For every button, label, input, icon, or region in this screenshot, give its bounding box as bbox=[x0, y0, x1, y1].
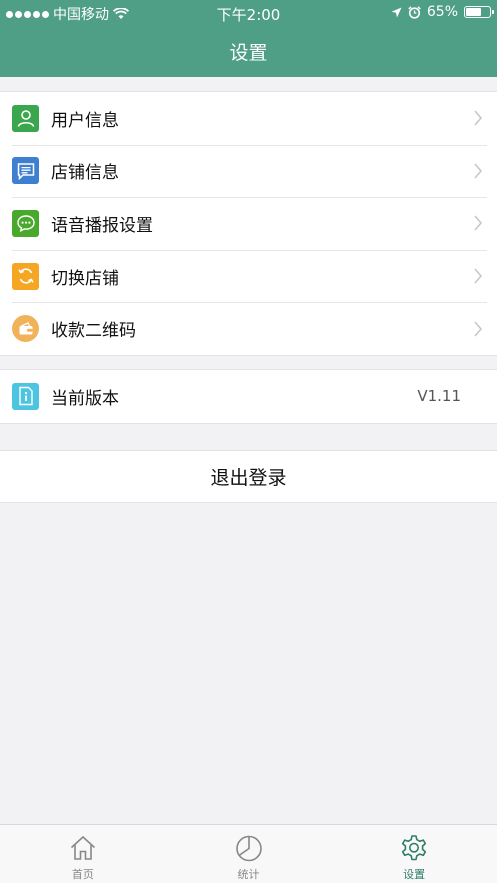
settings-item-user-info[interactable]: 用户信息 bbox=[0, 92, 497, 145]
settings-item-label: 用户信息 bbox=[51, 110, 119, 131]
home-icon bbox=[70, 835, 95, 860]
settings-item-voice-broadcast[interactable]: 语音播报设置 bbox=[0, 197, 497, 250]
pie-chart-icon bbox=[235, 835, 262, 862]
refresh-icon bbox=[12, 262, 39, 290]
version-number: V1.11 bbox=[417, 387, 461, 406]
settings-item-label: 当前版本 bbox=[51, 388, 119, 409]
settings-item-payment-qrcode[interactable]: 收款二维码 bbox=[0, 302, 497, 355]
tab-label: 统计 bbox=[237, 868, 260, 881]
chevron-right-icon bbox=[474, 268, 483, 284]
navigation-header: 中国移动 下午2:00 65% 设置 bbox=[0, 0, 497, 77]
user-icon bbox=[12, 104, 39, 132]
chat-bubble-icon bbox=[12, 209, 39, 237]
settings-item-label: 店铺信息 bbox=[51, 163, 119, 184]
page-title: 设置 bbox=[229, 42, 268, 64]
status-bar: 中国移动 下午2:00 65% bbox=[0, 0, 497, 26]
settings-list: 用户信息 店铺信息 语音播报设置 切换店铺 收款二维码 bbox=[0, 91, 497, 356]
message-icon bbox=[12, 157, 39, 185]
tab-statistics[interactable]: 统计 bbox=[166, 825, 332, 883]
location-arrow-icon bbox=[391, 7, 402, 17]
wallet-icon bbox=[12, 315, 39, 343]
battery-fill bbox=[466, 8, 481, 16]
chevron-right-icon bbox=[474, 163, 483, 179]
info-icon bbox=[12, 382, 39, 410]
settings-item-label: 语音播报设置 bbox=[51, 215, 153, 236]
chevron-right-icon bbox=[474, 321, 483, 337]
tab-label: 首页 bbox=[71, 868, 94, 881]
tab-bar: 首页 统计 设置 bbox=[0, 824, 497, 883]
settings-item-current-version: 当前版本 V1.11 bbox=[0, 370, 497, 423]
gear-icon bbox=[402, 835, 427, 861]
tab-label: 设置 bbox=[403, 868, 426, 881]
settings-item-label: 切换店铺 bbox=[51, 268, 119, 289]
chevron-right-icon bbox=[474, 215, 483, 232]
battery-percent: 65% bbox=[426, 4, 458, 20]
battery-icon bbox=[464, 6, 494, 18]
version-section: 当前版本 V1.11 bbox=[0, 369, 497, 424]
alarm-icon bbox=[408, 5, 421, 19]
tab-home[interactable]: 首页 bbox=[0, 825, 166, 883]
logout-button[interactable]: 退出登录 bbox=[0, 450, 497, 503]
chevron-right-icon bbox=[474, 110, 483, 126]
tab-settings[interactable]: 设置 bbox=[331, 825, 497, 883]
settings-item-switch-store[interactable]: 切换店铺 bbox=[0, 249, 497, 303]
settings-item-store-info[interactable]: 店铺信息 bbox=[0, 144, 497, 198]
status-right: 65% bbox=[391, 4, 494, 20]
settings-item-label: 收款二维码 bbox=[51, 321, 136, 342]
